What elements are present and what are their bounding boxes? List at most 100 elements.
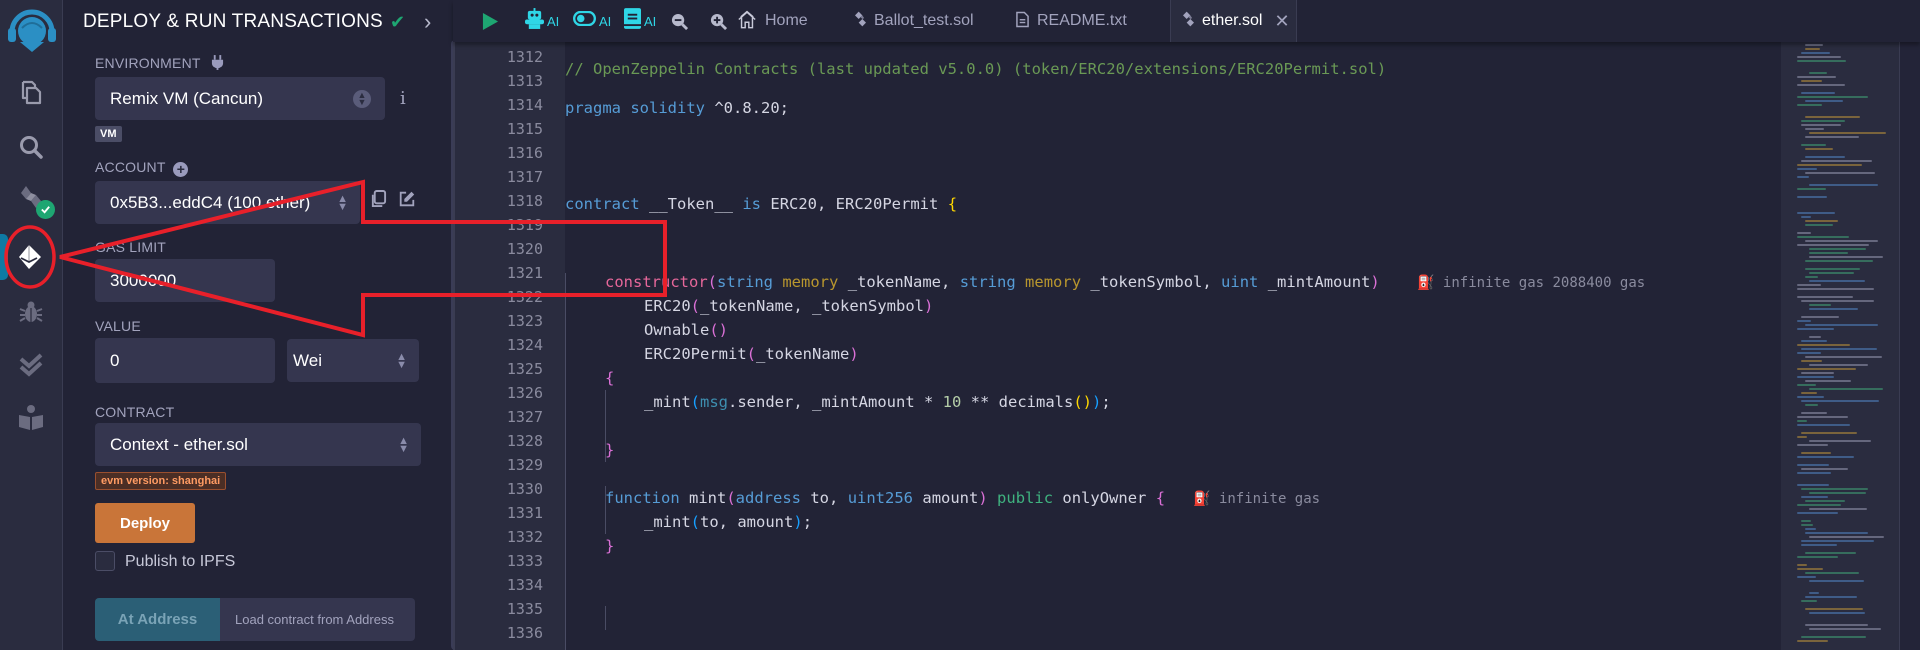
line-number: 1329 xyxy=(506,456,543,474)
value-input[interactable]: 0 xyxy=(95,338,275,383)
minimap-line xyxy=(1809,592,1819,594)
code-line-1320: contract __Token__ is ERC20, ERC20Permit… xyxy=(565,195,957,213)
minimap-line xyxy=(1801,360,1822,362)
zoom-in-icon[interactable] xyxy=(710,9,727,33)
minimap-line xyxy=(1801,540,1874,542)
minimap-line xyxy=(1809,132,1886,134)
line-number: 1334 xyxy=(506,576,543,594)
line-number: 1332 xyxy=(506,528,543,546)
code-area[interactable]: // OpenZeppelin Contracts (last updated … xyxy=(565,42,1765,650)
plug-icon[interactable] xyxy=(211,55,224,71)
code-token: address xyxy=(735,489,801,507)
minimap-line xyxy=(1809,580,1864,582)
learneth-icon[interactable] xyxy=(14,400,48,434)
tab-home[interactable]: Home xyxy=(737,0,808,42)
code-comment: // OpenZeppelin Contracts (last updated … xyxy=(565,60,1387,78)
deploy-run-icon[interactable] xyxy=(14,240,48,274)
minimap-line xyxy=(1801,600,1817,602)
minimap-line xyxy=(1797,168,1817,170)
minimap-line xyxy=(1805,572,1859,574)
book-icon xyxy=(624,8,641,34)
deploy-run-panel: DEPLOY & RUN TRANSACTIONS ✔ › ENVIRONMEN… xyxy=(63,0,459,650)
at-address-input[interactable]: Load contract from Address xyxy=(220,598,415,641)
minimap-line xyxy=(1805,356,1882,358)
ai-label: AI xyxy=(547,13,560,29)
fuel-pump-icon: ⛽ xyxy=(1417,275,1435,291)
minimap-line xyxy=(1805,136,1859,138)
gas-limit-input[interactable]: 3000000 xyxy=(95,259,275,302)
code-token: ** decimals xyxy=(961,393,1074,411)
account-select[interactable]: 0x5B3...eddC4 (100 ether) ▲ ▼ xyxy=(95,181,360,224)
minimap-line xyxy=(1797,472,1831,474)
value-unit-select[interactable]: Wei ▲ ▼ xyxy=(287,339,419,382)
line-number: 1313 xyxy=(506,72,543,90)
close-icon[interactable]: ✕ xyxy=(1274,11,1289,32)
minimap-line xyxy=(1801,636,1866,638)
search-icon[interactable] xyxy=(14,130,48,164)
line-number: 1322 xyxy=(506,288,543,306)
code-line-1315: pragma solidity ^0.8.20; xyxy=(565,99,789,117)
minimap-line xyxy=(1805,324,1878,326)
code-token: ) xyxy=(1091,393,1102,411)
contract-select[interactable]: Context - ether.sol ▲ ▼ xyxy=(95,423,421,466)
line-number: 1321 xyxy=(506,264,543,282)
line-number-gutter: 1312 1313 1314 1315 1316 1317 1318 1319 1320 1321… xyxy=(453,42,565,650)
minimap-line xyxy=(1809,440,1871,442)
gas-estimate: ⛽ infinite gas 2088400 gas xyxy=(1417,275,1645,291)
code-token: ERC20 xyxy=(644,297,691,315)
info-icon[interactable]: i xyxy=(400,88,406,109)
tab-ballot-test-sol[interactable]: Ballot_test.sol xyxy=(855,0,974,42)
minimap-line xyxy=(1805,268,1860,270)
environment-select[interactable]: Remix VM (Cancun) ▲ ▼ xyxy=(95,77,385,120)
minimap-line xyxy=(1797,84,1845,86)
ai-toggle-button[interactable]: AI xyxy=(573,9,611,33)
environment-label-text: ENVIRONMENT xyxy=(95,55,201,71)
debugger-icon[interactable] xyxy=(14,295,48,329)
gas-limit-value: 3000000 xyxy=(110,270,177,290)
minimap-line xyxy=(1805,528,1816,530)
minimap-line xyxy=(1797,76,1836,78)
ai-docs-button[interactable]: AI xyxy=(624,8,656,34)
value-label: VALUE xyxy=(95,318,141,334)
minimap-line xyxy=(1805,624,1868,626)
zoom-out-icon[interactable] xyxy=(671,9,688,33)
testing-icon[interactable] xyxy=(14,348,48,382)
minimap-line xyxy=(1805,608,1863,610)
line-number: 1318 xyxy=(506,192,543,210)
code-line-1326: Ownable() xyxy=(644,321,728,339)
minimap-line xyxy=(1797,504,1841,506)
code-token: _tokenName, _tokenSymbol xyxy=(700,297,924,315)
panel-title: DEPLOY & RUN TRANSACTIONS xyxy=(83,11,383,32)
editor-scrollbar[interactable] xyxy=(1899,42,1920,650)
minimap-line xyxy=(1801,488,1868,490)
tab-readme-txt[interactable]: README.txt xyxy=(1016,0,1127,42)
code-editor[interactable]: 1312 1313 1314 1315 1316 1317 1318 1319 1320 1321… xyxy=(453,42,1920,650)
chevron-right-icon[interactable]: › xyxy=(424,9,431,35)
tab-label: README.txt xyxy=(1037,12,1127,29)
code-line-1324: constructor(string memory _tokenName, st… xyxy=(605,273,1645,291)
copy-icon[interactable] xyxy=(370,190,387,214)
add-account-icon[interactable]: + xyxy=(173,162,189,177)
minimap-line xyxy=(1797,384,1816,386)
minimap[interactable] xyxy=(1781,42,1899,650)
publish-ipfs-checkbox[interactable] xyxy=(95,551,115,571)
remix-logo-icon[interactable] xyxy=(6,6,58,56)
code-token: ( xyxy=(746,345,756,363)
play-icon[interactable] xyxy=(482,9,499,33)
edit-icon[interactable] xyxy=(398,190,416,213)
minimap-line xyxy=(1809,184,1878,186)
minimap-line xyxy=(1797,640,1828,642)
minimap-line xyxy=(1797,328,1834,330)
at-address-button[interactable]: At Address xyxy=(95,598,220,641)
ai-robot-button[interactable]: AI xyxy=(525,8,560,33)
tab-ether-sol[interactable]: ether.sol ✕ xyxy=(1170,0,1297,42)
select-arrows-icon: ▲ ▼ xyxy=(353,89,371,108)
environment-label: ENVIRONMENT xyxy=(95,55,224,71)
minimap-line xyxy=(1801,80,1822,82)
code-token: .sender, _mintAmount * xyxy=(728,393,943,411)
deploy-button[interactable]: Deploy xyxy=(95,503,195,543)
minimap-line xyxy=(1797,60,1846,62)
file-explorer-icon[interactable] xyxy=(14,75,48,109)
check-icon: ✔ xyxy=(390,12,406,32)
code-token: ERC20, ERC20Permit xyxy=(770,195,939,213)
